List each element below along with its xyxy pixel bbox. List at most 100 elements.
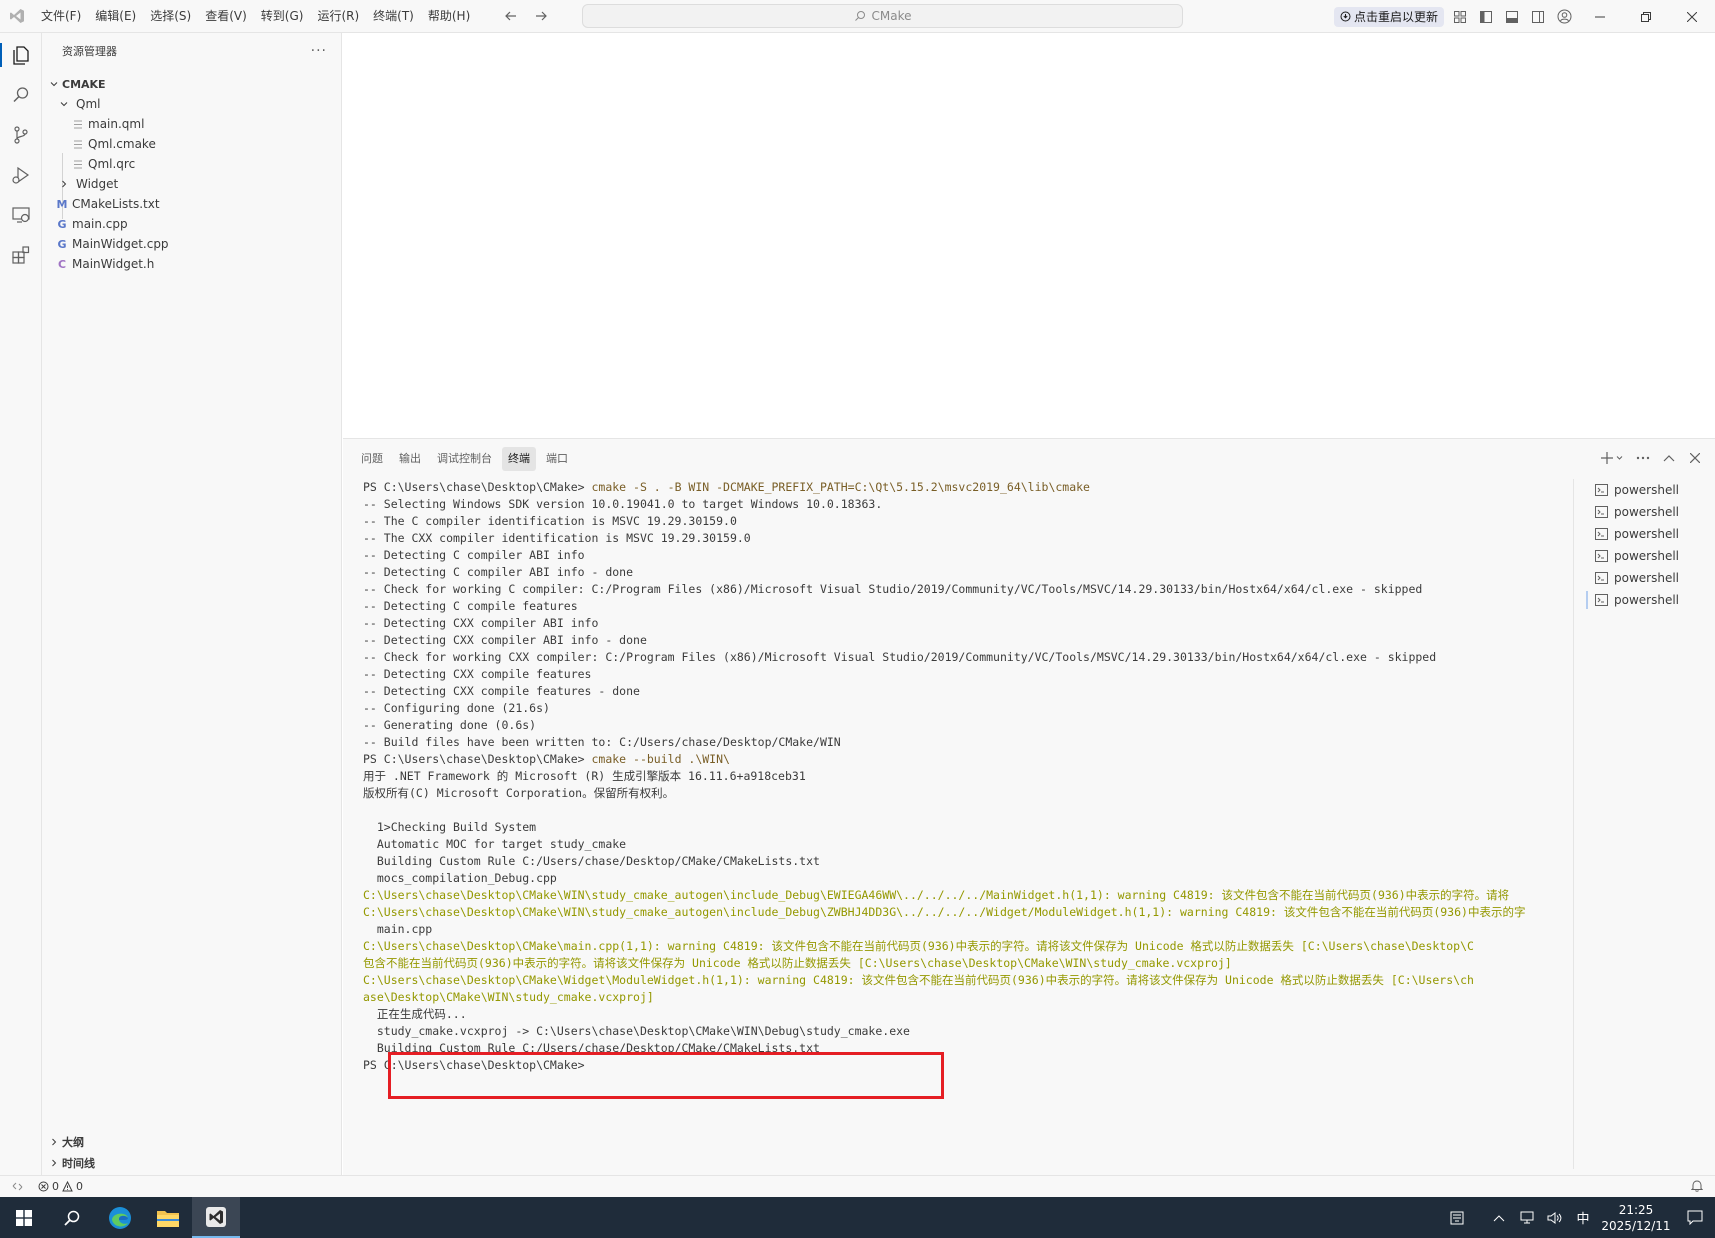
terminal-line: ase\Desktop\CMake\WIN\study_cmake.vcxpro…: [363, 990, 654, 1004]
remote-indicator-icon[interactable]: [0, 1176, 34, 1198]
terminal-list-item[interactable]: powershell: [1585, 523, 1715, 545]
explorer-sidebar: 资源管理器 ··· CMAKE Qml main.qml Qml.cmake Q…: [42, 33, 342, 1175]
vscode-logo-icon: [0, 0, 34, 33]
menu-terminal[interactable]: 终端(T): [366, 5, 421, 27]
terminal-line: study_cmake.vcxproj -> C:\Users\chase\De…: [363, 1024, 910, 1038]
terminal-line: C:\Users\chase\Desktop\CMake\WIN\study_c…: [363, 888, 1510, 902]
terminal-list-label: powershell: [1614, 593, 1679, 607]
menu-edit[interactable]: 编辑(E): [88, 5, 143, 27]
tree-item-main-qml[interactable]: main.qml: [42, 113, 342, 135]
tab-ports[interactable]: 端口: [540, 447, 574, 471]
edge-browser-icon[interactable]: [96, 1197, 144, 1238]
tree-item-label: Qml: [76, 97, 101, 111]
extensions-icon[interactable]: [0, 233, 42, 277]
remote-explorer-icon[interactable]: [0, 193, 42, 237]
tree-item-cmakelists[interactable]: M CMakeLists.txt: [42, 193, 342, 215]
terminal-line: 版权所有(C) Microsoft Corporation。保留所有权利。: [363, 786, 675, 800]
command-center-search[interactable]: CMake: [582, 4, 1183, 28]
run-debug-icon[interactable]: [0, 153, 42, 197]
file-lines-icon: [70, 116, 86, 132]
clock[interactable]: 21:25 2025/12/11: [1597, 1202, 1675, 1234]
search-icon[interactable]: [0, 73, 42, 117]
tree-item-mainwidget-cpp[interactable]: G MainWidget.cpp: [42, 233, 342, 255]
folder-root-cmake[interactable]: CMAKE: [42, 73, 342, 95]
menu-selection[interactable]: 选择(S): [143, 5, 198, 27]
close-icon[interactable]: [1669, 0, 1715, 33]
terminal-line: -- Detecting CXX compiler ABI info: [363, 616, 599, 630]
volume-icon[interactable]: [1541, 1197, 1569, 1238]
taskbar-search-icon[interactable]: [48, 1197, 96, 1238]
tree-item-widget-folder[interactable]: Widget: [42, 173, 342, 195]
restart-update-button[interactable]: 点击重启以更新: [1334, 6, 1445, 27]
network-icon[interactable]: [1513, 1197, 1541, 1238]
terminal-output[interactable]: PS C:\Users\chase\Desktop\CMake> cmake -…: [363, 479, 1575, 1169]
menu-run[interactable]: 运行(R): [310, 5, 366, 27]
more-actions-icon[interactable]: [1633, 447, 1653, 469]
tree-item-qml-qrc[interactable]: Qml.qrc: [42, 153, 342, 175]
close-panel-icon[interactable]: [1685, 447, 1705, 469]
editor-area[interactable]: [343, 33, 1715, 438]
new-terminal-icon[interactable]: [1599, 447, 1627, 469]
toggle-secondary-sidebar-icon[interactable]: [1528, 7, 1548, 27]
outline-section[interactable]: 大纲: [42, 1131, 342, 1153]
terminal-list-item[interactable]: powershell: [1585, 567, 1715, 589]
restore-icon[interactable]: [1623, 0, 1669, 33]
customize-layout-icon[interactable]: [1450, 7, 1470, 27]
source-control-icon[interactable]: [0, 113, 42, 157]
terminal-line: main.cpp: [363, 922, 433, 936]
terminal-line: -- Configuring done (21.6s): [363, 701, 550, 715]
terminal-line: 1>Checking Build System: [363, 820, 537, 834]
terminal-list-item[interactable]: powershell: [1585, 479, 1715, 501]
chevron-up-icon[interactable]: [1485, 1197, 1513, 1238]
highlight-annotation-box: [388, 1052, 944, 1099]
terminal-list-item[interactable]: powershell: [1585, 589, 1715, 611]
terminal-scrollbar[interactable]: [1573, 479, 1583, 1169]
tree-item-mainwidget-h[interactable]: C MainWidget.h: [42, 253, 342, 275]
outline-label: 大纲: [62, 1136, 84, 1149]
chevron-right-icon: [56, 176, 72, 192]
explorer-icon[interactable]: [0, 33, 42, 77]
file-explorer-icon[interactable]: [144, 1197, 192, 1238]
toggle-primary-sidebar-icon[interactable]: [1476, 7, 1496, 27]
terminal-prompt: PS C:\Users\chase\Desktop\CMake>: [363, 752, 592, 766]
terminal-icon: [1595, 572, 1608, 584]
cmake-file-icon: M: [56, 197, 68, 211]
terminal-line: -- Detecting C compiler ABI info - done: [363, 565, 634, 579]
toggle-panel-icon[interactable]: [1502, 7, 1522, 27]
arrow-left-icon[interactable]: [503, 8, 519, 24]
vscode-taskbar-icon[interactable]: [192, 1197, 240, 1238]
minimize-icon[interactable]: [1577, 0, 1623, 33]
terminal-line: Automatic MOC for target study_cmake: [363, 837, 627, 851]
ime-indicator[interactable]: 中: [1569, 1197, 1597, 1238]
windows-start-icon[interactable]: [0, 1197, 48, 1238]
more-actions-icon[interactable]: ···: [311, 43, 327, 59]
tab-terminal[interactable]: 终端: [502, 447, 536, 471]
terminal-list-item[interactable]: powershell: [1585, 545, 1715, 567]
account-icon[interactable]: [1554, 7, 1574, 27]
menu-view[interactable]: 查看(V): [198, 5, 254, 27]
input-mode-icon[interactable]: [1443, 1197, 1471, 1238]
terminal-list-item[interactable]: powershell: [1585, 501, 1715, 523]
tab-debug-console[interactable]: 调试控制台: [431, 447, 498, 471]
tree-item-label: Qml.cmake: [88, 137, 156, 151]
notifications-bell-icon[interactable]: [1690, 1179, 1704, 1195]
error-count: 0: [52, 1180, 59, 1193]
bottom-panel: 问题 输出 调试控制台 终端 端口 PS C:\Users\chase\Desk…: [343, 438, 1715, 1175]
tab-output[interactable]: 输出: [393, 447, 427, 471]
tree-item-qml-cmake[interactable]: Qml.cmake: [42, 133, 342, 155]
tab-problems[interactable]: 问题: [355, 447, 389, 471]
timeline-label: 时间线: [62, 1157, 95, 1170]
timeline-section[interactable]: 时间线: [42, 1152, 342, 1174]
menu-file[interactable]: 文件(F): [34, 5, 88, 27]
menu-go[interactable]: 转到(G): [254, 5, 311, 27]
tree-item-main-cpp[interactable]: G main.cpp: [42, 213, 342, 235]
menu-bar: 文件(F) 编辑(E) 选择(S) 查看(V) 转到(G) 运行(R) 终端(T…: [34, 0, 477, 33]
tree-item-qml-folder[interactable]: Qml: [42, 93, 342, 115]
cpp-file-icon: G: [57, 217, 67, 231]
status-bar: 0 0: [0, 1175, 1715, 1197]
notification-center-icon[interactable]: [1675, 1197, 1715, 1238]
menu-help[interactable]: 帮助(H): [421, 5, 477, 27]
arrow-right-icon[interactable]: [533, 8, 549, 24]
maximize-panel-icon[interactable]: [1659, 447, 1679, 469]
problems-indicator[interactable]: 0 0: [34, 1180, 83, 1193]
